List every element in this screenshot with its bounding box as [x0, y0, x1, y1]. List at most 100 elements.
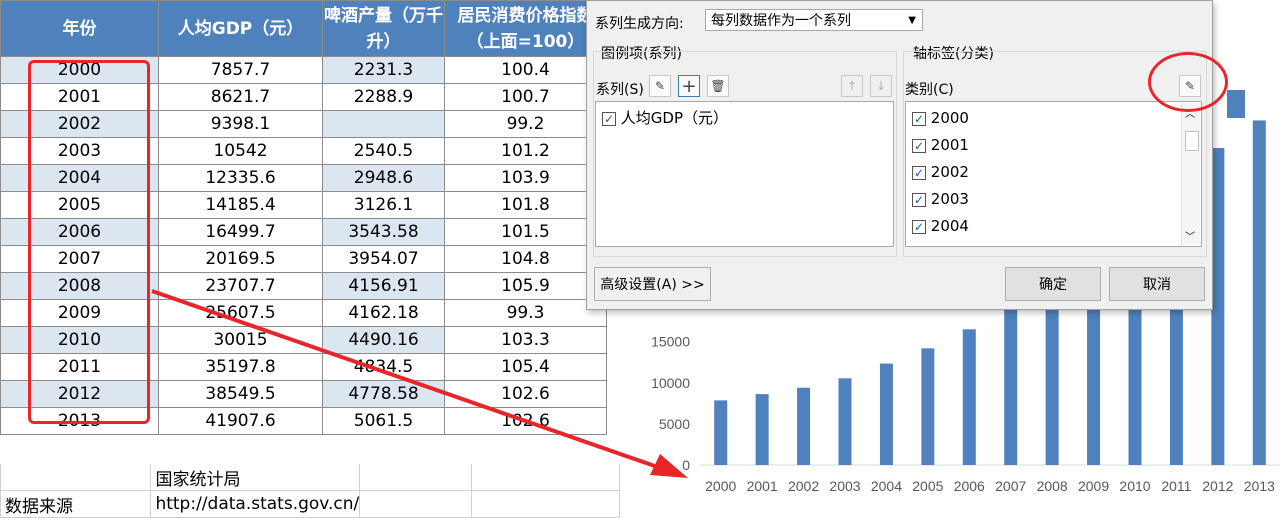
gdp-cell[interactable]: 25607.5	[158, 299, 323, 327]
bar[interactable]	[1211, 148, 1225, 465]
delete-series-button[interactable]: 🗑	[707, 75, 729, 97]
gdp-cell[interactable]: 35197.8	[158, 353, 323, 381]
beer-cell[interactable]: 2948.6	[322, 164, 445, 192]
red-highlight-ellipse	[1148, 52, 1228, 112]
checkbox-checked-icon[interactable]: ✓	[912, 192, 926, 207]
chevron-down-icon[interactable]: ﹀	[1185, 228, 1195, 243]
beer-cell[interactable]: 3126.1	[322, 191, 445, 219]
direction-select[interactable]: 每列数据作为一个系列 ▼	[705, 9, 923, 31]
plus-icon: +	[681, 75, 697, 97]
cancel-button[interactable]: 取消	[1109, 267, 1205, 301]
beer-cell[interactable]: 4834.5	[322, 353, 445, 381]
x-tick-label: 2007	[995, 478, 1026, 494]
x-tick-label: 2003	[829, 478, 860, 494]
beer-cell[interactable]: 4156.91	[322, 272, 445, 300]
cpi-cell[interactable]: 105.9	[444, 272, 607, 300]
gdp-cell[interactable]: 38549.5	[158, 380, 323, 408]
cpi-cell[interactable]: 103.9	[444, 164, 607, 192]
bar[interactable]	[921, 348, 935, 465]
cpi-cell[interactable]: 100.7	[444, 83, 607, 111]
beer-cell[interactable]: 2540.5	[322, 137, 445, 165]
gdp-cell[interactable]: 41907.6	[158, 407, 323, 435]
chevron-down-icon: ▼	[908, 15, 916, 26]
bar[interactable]	[879, 363, 893, 465]
cpi-cell[interactable]: 102.6	[444, 407, 607, 435]
cpi-cell[interactable]: 105.4	[444, 353, 607, 381]
scrollbar-thumb[interactable]	[1185, 131, 1199, 151]
bar[interactable]	[797, 387, 811, 465]
gdp-cell[interactable]: 10542	[158, 137, 323, 165]
gdp-cell[interactable]: 23707.7	[158, 272, 323, 300]
beer-cell[interactable]: 4162.18	[322, 299, 445, 327]
category-list[interactable]: ✓ 2000 ✓ 2001 ✓ 2002 ✓ 2003 ✓ 2004 ︿ ﹀	[905, 101, 1202, 247]
advanced-settings-button[interactable]: 高级设置(A) >>	[594, 267, 711, 301]
bar[interactable]	[838, 378, 852, 465]
spreadsheet: 年份 人均GDP（元） 啤酒产量（万千升） 居民消费价格指数（上面=100） 2…	[0, 0, 621, 518]
beer-cell[interactable]: 3543.58	[322, 218, 445, 246]
source-label-cell[interactable]: 数据来源	[0, 490, 152, 518]
beer-cell[interactable]	[322, 110, 445, 138]
bar[interactable]	[1252, 120, 1266, 466]
header-cell-beer[interactable]: 啤酒产量（万千升）	[322, 0, 445, 57]
checkbox-checked-icon[interactable]: ✓	[912, 111, 926, 126]
checkbox-checked-icon[interactable]: ✓	[912, 165, 926, 180]
beer-cell[interactable]: 2288.9	[322, 83, 445, 111]
series-item-label: 人均GDP（元）	[620, 109, 729, 127]
beer-cell[interactable]: 3954.07	[322, 245, 445, 273]
gdp-cell[interactable]: 8621.7	[158, 83, 323, 111]
gdp-cell[interactable]: 9398.1	[158, 110, 323, 138]
gdp-cell[interactable]: 7857.7	[158, 56, 323, 84]
header-cell-gdp[interactable]: 人均GDP（元）	[158, 0, 323, 57]
empty-cell[interactable]	[359, 464, 472, 491]
x-tick-label: 2013	[1244, 478, 1275, 494]
beer-cell[interactable]: 4778.58	[322, 380, 445, 408]
source-url-cell[interactable]: http://data.stats.gov.cn/	[150, 490, 361, 518]
y-tick-label: 15000	[651, 334, 690, 350]
cpi-cell[interactable]: 99.2	[444, 110, 607, 138]
category-item[interactable]: ✓ 2000	[912, 107, 969, 129]
edit-series-button[interactable]: ✎	[649, 75, 671, 97]
cpi-cell[interactable]: 103.3	[444, 326, 607, 354]
empty-cell[interactable]	[470, 490, 621, 518]
series-item[interactable]: ✓ 人均GDP（元）	[602, 107, 728, 129]
category-item[interactable]: ✓ 2004	[912, 215, 969, 237]
cpi-cell[interactable]: 104.8	[444, 245, 607, 273]
gdp-cell[interactable]: 20169.5	[158, 245, 323, 273]
category-item[interactable]: ✓ 2001	[912, 134, 969, 156]
cpi-cell[interactable]: 102.6	[444, 380, 607, 408]
beer-cell[interactable]: 5061.5	[322, 407, 445, 435]
checkbox-checked-icon[interactable]: ✓	[912, 219, 926, 234]
checkbox-checked-icon[interactable]: ✓	[912, 138, 926, 153]
source-empty-cell[interactable]	[0, 464, 152, 491]
empty-cell[interactable]	[470, 464, 621, 491]
cpi-cell[interactable]: 100.4	[444, 56, 607, 84]
x-tick-label: 2012	[1202, 478, 1233, 494]
empty-cell[interactable]	[359, 490, 472, 518]
bar[interactable]	[755, 394, 769, 465]
move-down-button[interactable]: ↓	[870, 75, 892, 97]
category-item[interactable]: ✓ 2002	[912, 161, 969, 183]
source-org-cell[interactable]: 国家统计局	[150, 464, 361, 491]
bar[interactable]	[1004, 299, 1018, 465]
ok-button[interactable]: 确定	[1005, 267, 1101, 301]
category-item[interactable]: ✓ 2003	[912, 188, 969, 210]
cpi-cell[interactable]: 101.5	[444, 218, 607, 246]
cpi-cell[interactable]: 101.2	[444, 137, 607, 165]
header-cell-cpi[interactable]: 居民消费价格指数（上面=100）	[444, 0, 607, 57]
bar[interactable]	[962, 329, 976, 465]
checkbox-checked-icon[interactable]: ✓	[602, 111, 616, 126]
gdp-cell[interactable]: 30015	[158, 326, 323, 354]
beer-cell[interactable]: 4490.16	[322, 326, 445, 354]
series-list[interactable]: ✓ 人均GDP（元）	[595, 101, 894, 247]
cpi-cell[interactable]: 101.8	[444, 191, 607, 219]
beer-cell[interactable]: 2231.3	[322, 56, 445, 84]
move-up-button[interactable]: ↑	[841, 75, 863, 97]
category-scrollbar[interactable]: ︿ ﹀	[1181, 103, 1200, 245]
header-cell-year[interactable]: 年份	[0, 0, 159, 57]
cpi-cell[interactable]: 99.3	[444, 299, 607, 327]
add-series-button[interactable]: +	[678, 75, 700, 97]
gdp-cell[interactable]: 14185.4	[158, 191, 323, 219]
gdp-cell[interactable]: 16499.7	[158, 218, 323, 246]
gdp-cell[interactable]: 12335.6	[158, 164, 323, 192]
bar[interactable]	[714, 400, 728, 465]
